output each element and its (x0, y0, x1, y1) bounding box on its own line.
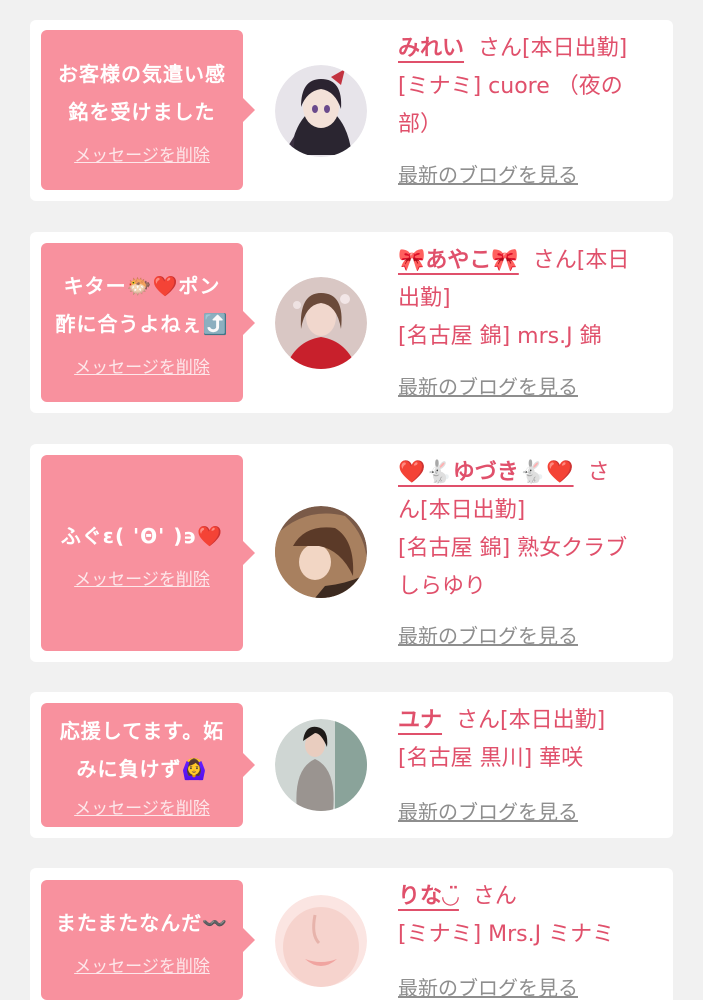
message-feed: お客様の気遣い感 銘を受けました メッセージを削除 みれい さん[本日出勤] [ミ… (0, 0, 703, 1000)
shop-name: [名古屋 黒川] 華咲 (398, 746, 584, 771)
delete-message-link[interactable]: メッセージを削除 (74, 141, 210, 166)
message-bubble: お客様の気遣い感 銘を受けました メッセージを削除 (41, 30, 255, 190)
work-status: 出勤] (398, 286, 451, 311)
anime-character-avatar-icon[interactable] (275, 65, 367, 157)
message-card: またまたなんだ〰️ メッセージを削除 りな◡̈ さん [ミナミ] Mrs.J ミナ… (30, 868, 673, 1000)
message-bubble: 応援してます。妬 みに負けず🙆‍♀️ メッセージを削除 (41, 703, 255, 827)
sender-info: 🎀あやこ🎀 さん[本日 出勤] [名古屋 錦] mrs.J 錦 (398, 242, 663, 356)
sender-name[interactable]: ユナ (398, 708, 442, 733)
message-bubble: ふぐɛ( 'Θ' )϶❤️ メッセージを削除 (41, 455, 255, 651)
woman-photo-avatar-icon[interactable] (275, 277, 367, 369)
view-blog-link[interactable]: 最新のブログを見る (398, 159, 578, 188)
honorific-label: さ (587, 460, 610, 485)
honorific-label: さん (472, 884, 517, 909)
sender-name[interactable]: みれい (398, 36, 464, 61)
message-bubble: キター🐡❤️ポン 酢に合うよねぇ⤴️ メッセージを削除 (41, 243, 255, 402)
message-card: 応援してます。妬 みに負けず🙆‍♀️ メッセージを削除 ユナ さん[本日出勤] [… (30, 692, 673, 838)
message-card: キター🐡❤️ポン 酢に合うよねぇ⤴️ メッセージを削除 🎀あやこ🎀 さん[本日 出… (30, 232, 673, 413)
view-blog-link[interactable]: 最新のブログを見る (398, 972, 578, 1000)
shop-name: しらゆり (398, 574, 487, 599)
message-bubble: またまたなんだ〰️ メッセージを削除 (41, 880, 255, 1000)
honorific-label: さん[本日出勤] (456, 708, 606, 733)
shop-name: 部） (398, 112, 443, 137)
shop-name: [名古屋 錦] mrs.J 錦 (398, 324, 602, 349)
view-blog-link[interactable]: 最新のブログを見る (398, 796, 578, 825)
shop-name: [名古屋 錦] 熟女クラブ (398, 536, 628, 561)
message-card: お客様の気遣い感 銘を受けました メッセージを削除 みれい さん[本日出勤] [ミ… (30, 20, 673, 201)
message-text: 応援してます。妬 みに負けず🙆‍♀️ (59, 718, 225, 781)
work-status: ん[本日出勤] (398, 498, 526, 523)
woman-photo-avatar-icon[interactable] (275, 719, 367, 811)
sender-info: みれい さん[本日出勤] [ミナミ] cuore （夜の 部） (398, 30, 663, 144)
sender-name[interactable]: りな◡̈ (398, 884, 459, 909)
message-text: ふぐɛ( 'Θ' )϶❤️ (60, 523, 224, 548)
sender-name[interactable]: 🎀あやこ🎀 (398, 248, 519, 273)
work-status: [本日出勤] (522, 36, 628, 61)
message-text: またまたなんだ〰️ (55, 910, 229, 935)
message-card: ふぐɛ( 'Θ' )϶❤️ メッセージを削除 ❤️🐇ゆづき🐇❤️ さ ん[本日出勤… (30, 444, 673, 662)
shop-name: [ミナミ] Mrs.J ミナミ (398, 922, 615, 947)
delete-message-link[interactable]: メッセージを削除 (74, 952, 210, 977)
sender-info: ユナ さん[本日出勤] [名古屋 黒川] 華咲 (398, 702, 663, 778)
message-text: キター🐡❤️ポン 酢に合うよねぇ⤴️ (55, 274, 229, 336)
delete-message-link[interactable]: メッセージを削除 (74, 353, 210, 378)
delete-message-link[interactable]: メッセージを削除 (74, 794, 210, 819)
woman-photo-avatar-icon[interactable] (275, 895, 367, 987)
sender-info: ❤️🐇ゆづき🐇❤️ さ ん[本日出勤] [名古屋 錦] 熟女クラブ しらゆり (398, 454, 663, 606)
sender-name[interactable]: ❤️🐇ゆづき🐇❤️ (398, 460, 574, 485)
view-blog-link[interactable]: 最新のブログを見る (398, 620, 578, 649)
message-text: お客様の気遣い感 銘を受けました (58, 61, 226, 124)
delete-message-link[interactable]: メッセージを削除 (74, 565, 210, 590)
shop-name: [ミナミ] cuore （夜の (398, 74, 623, 99)
honorific-label: さん[本日 (532, 248, 630, 273)
view-blog-link[interactable]: 最新のブログを見る (398, 371, 578, 400)
sender-info: りな◡̈ さん [ミナミ] Mrs.J ミナミ (398, 878, 663, 954)
woman-photo-avatar-icon[interactable] (275, 506, 367, 598)
honorific-label: さん (478, 36, 523, 61)
